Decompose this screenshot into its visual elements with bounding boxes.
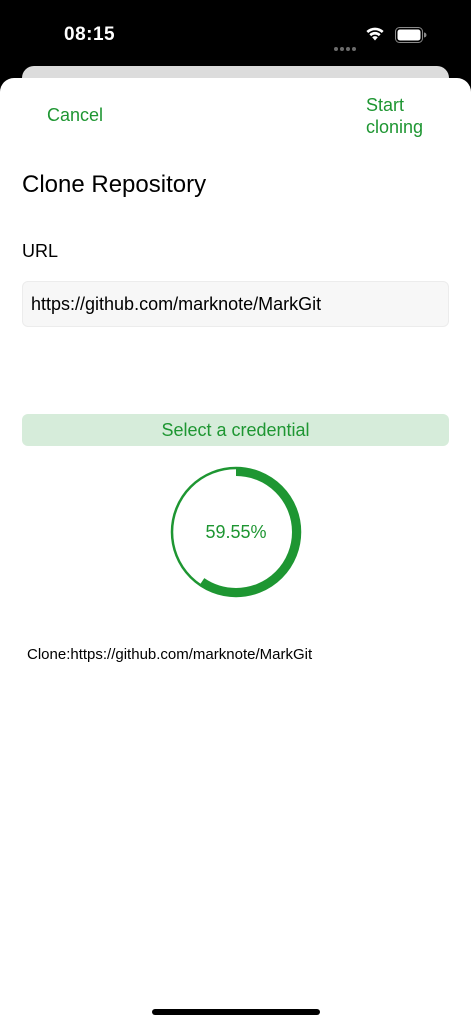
status-time: 08:15 <box>64 24 116 45</box>
cancel-button[interactable]: Cancel <box>47 105 103 126</box>
select-credential-button[interactable]: Select a credential <box>22 414 449 446</box>
start-cloning-button[interactable]: Start cloning <box>366 94 446 138</box>
wifi-icon <box>366 27 384 41</box>
progress-percentage: 59.55% <box>205 522 267 542</box>
page-title: Clone Repository <box>22 171 207 198</box>
home-indicator <box>152 1009 320 1015</box>
clone-status-text: Clone:https://github.com/marknote/MarkGi… <box>27 646 313 663</box>
url-input[interactable] <box>22 281 449 327</box>
signal-dots-icon <box>334 38 358 51</box>
url-label: URL <box>22 241 59 261</box>
battery-icon <box>395 27 427 43</box>
status-bar: 08:15 <box>0 0 471 70</box>
